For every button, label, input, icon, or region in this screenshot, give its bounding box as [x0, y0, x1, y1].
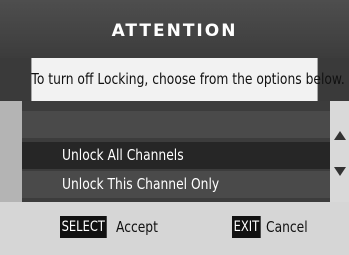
select-accept-hint[interactable]: SELECT Accept [60, 216, 167, 240]
exit-key-badge: EXIT [232, 216, 261, 238]
option-unlock-this-channel-only[interactable]: Unlock This Channel Only [22, 171, 330, 198]
accept-label: Accept [115, 218, 158, 236]
option-label: Unlock This Channel Only [62, 175, 220, 193]
option-unlock-all-channels[interactable]: Unlock All Channels [22, 142, 330, 169]
option-empty[interactable] [22, 111, 330, 138]
footer-hints: SELECT Accept EXIT Cancel [0, 202, 349, 255]
dialog-title: ATTENTION [0, 0, 349, 58]
exit-cancel-hint[interactable]: EXIT Cancel [232, 216, 317, 240]
scroll-down-icon[interactable] [334, 167, 346, 176]
scroll-up-icon[interactable] [334, 131, 346, 140]
select-key-badge: SELECT [60, 216, 107, 238]
dialog-message: To turn off Locking, choose from the opt… [31, 58, 345, 101]
list-left-border [0, 101, 22, 202]
option-label: Unlock All Channels [62, 146, 184, 164]
cancel-label: Cancel [266, 218, 308, 236]
attention-dialog: ATTENTION To turn off Locking, choose fr… [0, 0, 349, 255]
scrollbar[interactable] [330, 101, 349, 202]
options-list: Unlock All Channels Unlock This Channel … [0, 101, 349, 202]
